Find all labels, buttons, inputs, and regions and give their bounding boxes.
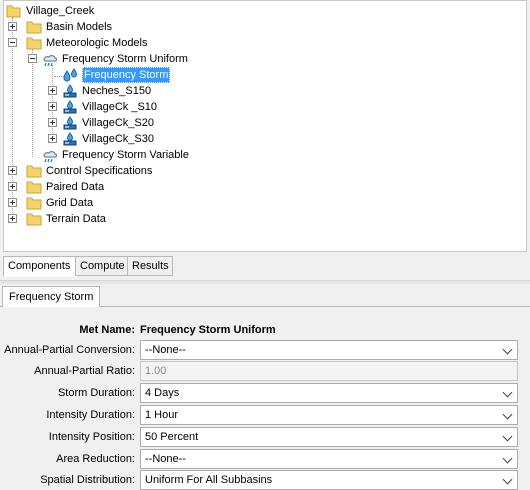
annual-partial-conversion-label: Annual-Partial Conversion:	[4, 344, 135, 356]
spatial-distribution-label: Spatial Distribution:	[40, 474, 135, 486]
intensity-duration-label: Intensity Duration:	[46, 409, 135, 421]
tab-results[interactable]: Results	[127, 256, 173, 276]
expand-icon[interactable]	[8, 182, 17, 191]
folder-icon	[26, 181, 42, 194]
met-model-icon	[43, 151, 57, 163]
expand-icon[interactable]	[48, 102, 57, 111]
annual-partial-ratio-label: Annual-Partial Ratio:	[34, 365, 135, 377]
chevron-down-icon	[502, 387, 513, 398]
collapse-icon[interactable]	[8, 38, 17, 47]
folder-icon	[26, 197, 42, 210]
area-reduction-select[interactable]: --None--	[140, 449, 518, 469]
annual-partial-ratio-field: 1.00	[140, 361, 518, 381]
chevron-down-icon	[502, 453, 513, 464]
expand-icon[interactable]	[8, 166, 17, 175]
storm-duration-label: Storm Duration:	[57, 387, 135, 399]
subbasin-icon	[63, 132, 77, 146]
annual-partial-conversion-select[interactable]: --None--	[140, 340, 518, 360]
frequency-storm-editor: Met Name: Frequency Storm Uniform Annual…	[0, 307, 530, 490]
spatial-distribution-select[interactable]: Uniform For All Subbasins	[140, 470, 518, 490]
expand-icon[interactable]	[8, 198, 17, 207]
area-reduction-label: Area Reduction:	[56, 453, 135, 465]
intensity-position-label: Intensity Position:	[48, 431, 135, 443]
chevron-down-icon	[502, 344, 513, 355]
expand-icon[interactable]	[8, 214, 17, 223]
expand-icon[interactable]	[48, 134, 57, 143]
folder-open-icon	[6, 5, 21, 18]
subbasin-icon	[63, 84, 77, 98]
intensity-position-select[interactable]: 50 Percent	[140, 427, 518, 447]
intensity-duration-select[interactable]: 1 Hour	[140, 405, 518, 425]
folder-icon	[26, 21, 42, 34]
subbasin-icon	[63, 100, 77, 114]
tree-connector	[32, 49, 33, 157]
tab-frequency-storm[interactable]: Frequency Storm	[2, 286, 101, 307]
met-model-icon	[43, 55, 57, 67]
subbasin-icon	[63, 116, 77, 130]
chevron-down-icon	[502, 431, 513, 442]
chevron-down-icon	[502, 474, 513, 485]
component-tree[interactable]: Village_Creek Basin Models Meteorologic …	[3, 0, 527, 252]
folder-icon	[26, 213, 42, 226]
met-name-value: Frequency Storm Uniform	[140, 324, 276, 336]
chevron-down-icon	[502, 409, 513, 420]
editor-tab-strip: Frequency Storm	[0, 284, 530, 307]
folder-icon	[26, 165, 42, 178]
tab-compute[interactable]: Compute	[75, 256, 129, 276]
expand-icon[interactable]	[48, 118, 57, 127]
precip-drops-icon	[63, 68, 78, 82]
storm-duration-select[interactable]: 4 Days	[140, 383, 518, 403]
collapse-icon[interactable]	[28, 54, 37, 63]
tab-components[interactable]: Components	[3, 256, 79, 277]
expand-icon[interactable]	[48, 86, 57, 95]
folder-open-icon	[26, 37, 42, 50]
met-name-label: Met Name:	[79, 324, 135, 336]
expand-icon[interactable]	[8, 22, 17, 31]
